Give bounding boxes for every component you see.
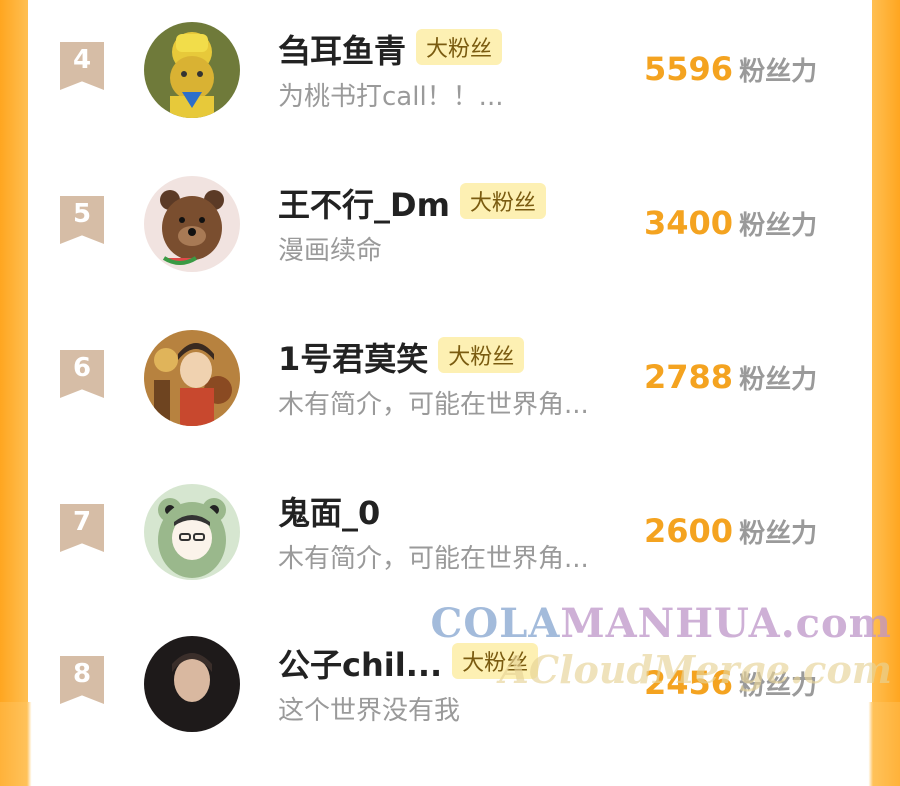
fan-level-badge: 大粉丝 bbox=[459, 183, 546, 219]
username[interactable]: 刍耳鱼青 bbox=[278, 32, 406, 70]
fan-power-value: 2456 bbox=[644, 664, 734, 702]
rank-ribbon: 8 bbox=[60, 656, 104, 704]
rank-ribbon: 4 bbox=[60, 42, 104, 90]
user-bio: 为桃书打call！！... bbox=[278, 82, 504, 112]
fan-level-badge: 大粉丝 bbox=[452, 643, 539, 679]
fan-power-unit: 粉丝力 bbox=[739, 519, 818, 549]
ranking-row[interactable]: 5 王不行_Dm 大粉丝 漫画续命 3400 粉丝力 bbox=[28, 176, 872, 326]
fan-ranking-list: 4 刍耳鱼青 大粉丝 为桃书打call！！... 5596 粉丝力 5 王不行_… bbox=[28, 0, 872, 732]
username[interactable]: 1号君莫笑 bbox=[278, 340, 428, 378]
fan-power-unit: 粉丝力 bbox=[739, 365, 818, 395]
fan-power-unit: 粉丝力 bbox=[739, 57, 818, 87]
right-frame bbox=[872, 0, 900, 702]
fan-power-unit: 粉丝力 bbox=[739, 671, 818, 701]
user-bio: 这个世界没有我 bbox=[278, 696, 461, 726]
bear-watermelon-avatar bbox=[144, 176, 240, 272]
fan-power-unit: 粉丝力 bbox=[739, 211, 818, 241]
fan-power: 5596 粉丝力 bbox=[644, 50, 817, 88]
left-frame bbox=[0, 0, 28, 702]
avatar[interactable] bbox=[144, 330, 240, 426]
fan-level-badge: 大粉丝 bbox=[416, 29, 503, 65]
ranking-row[interactable]: 6 1号君莫笑 大粉丝 木有简介，可能在世界角... 2788 粉丝力 bbox=[28, 330, 872, 480]
ranking-row[interactable]: 8 公子chil... 大粉丝 这个世界没有我 2456 粉丝力 bbox=[28, 636, 872, 786]
fan-power: 2456 粉丝力 bbox=[644, 664, 817, 702]
yellow-teletubby-avatar bbox=[144, 22, 240, 118]
username[interactable]: 公子chil... bbox=[278, 646, 442, 684]
user-bio: 木有简介，可能在世界角... bbox=[278, 544, 589, 574]
ranking-row[interactable]: 7 鬼面_0 木有简介，可能在世界角... 2600 粉丝力 bbox=[28, 484, 872, 634]
user-bio: 漫画续命 bbox=[278, 236, 383, 266]
rank-ribbon: 7 bbox=[60, 504, 104, 552]
fan-power-value: 2600 bbox=[644, 512, 734, 550]
rank-ribbon: 5 bbox=[60, 196, 104, 244]
fan-power-value: 5596 bbox=[644, 50, 734, 88]
fan-power-value: 3400 bbox=[644, 204, 734, 242]
avatar[interactable] bbox=[144, 22, 240, 118]
fan-power: 2788 粉丝力 bbox=[644, 358, 817, 396]
frog-hood-avatar bbox=[144, 484, 240, 580]
fan-power-value: 2788 bbox=[644, 358, 734, 396]
rank-ribbon: 6 bbox=[60, 350, 104, 398]
fan-level-badge: 大粉丝 bbox=[438, 337, 525, 373]
avatar[interactable] bbox=[144, 176, 240, 272]
anime-character-avatar bbox=[144, 330, 240, 426]
avatar[interactable] bbox=[144, 636, 240, 732]
username[interactable]: 鬼面_0 bbox=[278, 494, 380, 532]
ranking-row[interactable]: 4 刍耳鱼青 大粉丝 为桃书打call！！... 5596 粉丝力 bbox=[28, 22, 872, 172]
avatar[interactable] bbox=[144, 484, 240, 580]
dark-portrait-avatar bbox=[144, 636, 240, 732]
fan-power: 2600 粉丝力 bbox=[644, 512, 817, 550]
fan-power: 3400 粉丝力 bbox=[644, 204, 817, 242]
user-bio: 木有简介，可能在世界角... bbox=[278, 390, 589, 420]
username[interactable]: 王不行_Dm bbox=[278, 186, 450, 224]
